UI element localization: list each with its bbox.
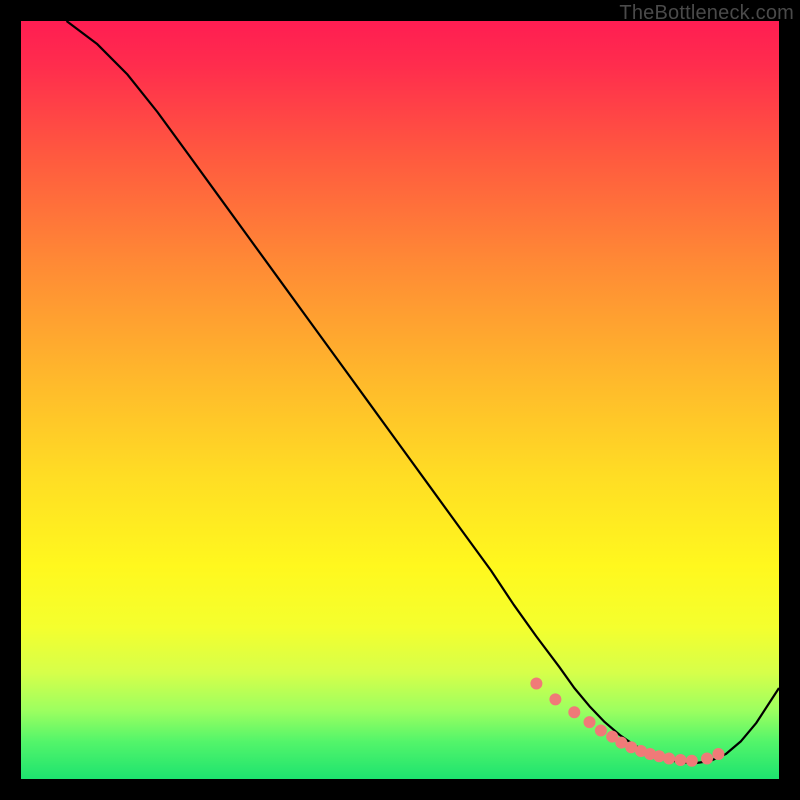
chart-svg (21, 21, 779, 779)
plot-area (21, 21, 779, 779)
marker-dot (675, 755, 686, 766)
marker-dot (595, 725, 606, 736)
marker-dot (713, 749, 724, 760)
marker-dot (686, 755, 697, 766)
marker-dot (702, 753, 713, 764)
chart-frame: TheBottleneck.com (0, 0, 800, 800)
marker-group (531, 678, 724, 766)
marker-dot (654, 751, 665, 762)
marker-dot (531, 678, 542, 689)
marker-dot (664, 753, 675, 764)
marker-dot (584, 717, 595, 728)
bottleneck-curve (67, 21, 780, 763)
marker-dot (616, 737, 627, 748)
marker-dot (550, 694, 561, 705)
marker-dot (569, 707, 580, 718)
